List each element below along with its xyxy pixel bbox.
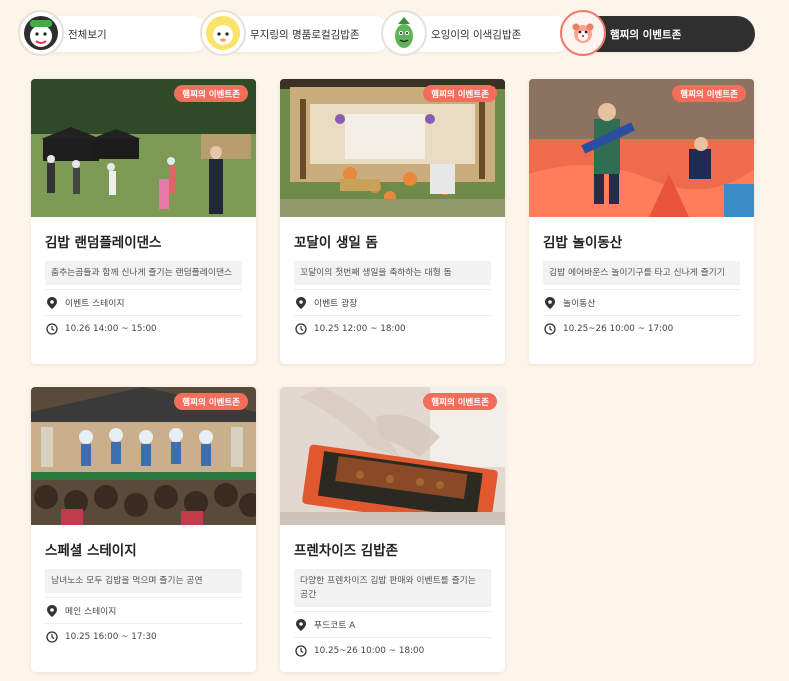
tab-label: 햄찌의 이벤트존 xyxy=(610,28,682,41)
event-photo: 햄찌의 이벤트존 xyxy=(280,79,505,217)
event-card[interactable]: 햄찌의 이벤트존 프렌차이즈 김밥존 다양한 프렌차이즈 김밥 판매와 이벤트를… xyxy=(280,387,505,672)
event-location: 메인 스테이지 xyxy=(45,597,242,623)
zone-badge: 햄찌의 이벤트존 xyxy=(423,393,497,410)
clock-icon xyxy=(45,630,59,644)
event-description: 춤추는곰들과 함께 신나게 즐기는 랜덤플레이댄스 xyxy=(45,261,242,285)
time-text: 10.26 14:00 ~ 15:00 xyxy=(65,323,157,334)
zone-badge: 햄찌의 이벤트존 xyxy=(423,85,497,102)
location-text: 놀이동산 xyxy=(563,299,596,309)
zone-badge: 햄찌의 이벤트존 xyxy=(174,85,248,102)
event-location: 놀이동산 xyxy=(543,289,740,315)
character-hamjji-icon xyxy=(560,10,606,56)
event-title: 꼬달이 생일 돔 xyxy=(294,235,378,251)
event-title: 스페셜 스테이지 xyxy=(45,543,137,559)
event-location: 푸드코트 A xyxy=(294,611,491,637)
event-time: 10.25 12:00 ~ 18:00 xyxy=(294,315,491,341)
location-text: 메인 스테이지 xyxy=(65,607,117,617)
event-card[interactable]: 햄찌의 이벤트존 스페셜 스테이지 남녀노소 모두 김밥을 먹으며 즐기는 공연… xyxy=(31,387,256,672)
event-location: 이벤트 광장 xyxy=(294,289,491,315)
time-text: 10.25 12:00 ~ 18:00 xyxy=(314,323,406,334)
location-text: 푸드코트 A xyxy=(314,621,356,631)
tab-mujiring[interactable]: 무지링의 명품로컬김밥존 xyxy=(200,10,392,56)
time-text: 10.25~26 10:00 ~ 18:00 xyxy=(314,645,425,656)
location-text: 이벤트 광장 xyxy=(314,299,358,309)
tab-hamjji[interactable]: 햄찌의 이벤트존 xyxy=(560,10,755,56)
character-all-icon xyxy=(18,10,64,56)
zone-tabs: 전체보기 무지링의 명품로컬김밥존 오잉이의 이색김밥존 햄찌의 이벤트존 xyxy=(0,0,789,70)
event-title: 프렌차이즈 김밥존 xyxy=(294,543,399,559)
character-mujiring-icon xyxy=(200,10,246,56)
event-description: 다양한 프렌차이즈 김밥 판매와 이벤트를 즐기는 공간 xyxy=(294,569,491,607)
zone-badge: 햄찌의 이벤트존 xyxy=(672,85,746,102)
location-pin-icon xyxy=(294,618,308,632)
location-pin-icon xyxy=(45,296,59,310)
event-title: 김밥 놀이동산 xyxy=(543,235,623,251)
event-description: 꼬달이의 첫번째 생일을 축하하는 대형 돔 xyxy=(294,261,491,285)
location-text: 이벤트 스테이지 xyxy=(65,299,125,309)
event-time: 10.25 16:00 ~ 17:30 xyxy=(45,623,242,649)
event-photo: 햄찌의 이벤트존 xyxy=(31,79,256,217)
event-title: 김밥 랜덤플레이댄스 xyxy=(45,235,162,251)
clock-icon xyxy=(45,322,59,336)
event-photo: 햄찌의 이벤트존 xyxy=(280,387,505,525)
event-time: 10.25~26 10:00 ~ 18:00 xyxy=(294,637,491,663)
event-location: 이벤트 스테이지 xyxy=(45,289,242,315)
location-pin-icon xyxy=(294,296,308,310)
event-card[interactable]: 햄찌의 이벤트존 김밥 랜덤플레이댄스 춤추는곰들과 함께 신나게 즐기는 랜덤… xyxy=(31,79,256,364)
location-pin-icon xyxy=(45,604,59,618)
zone-badge: 햄찌의 이벤트존 xyxy=(174,393,248,410)
clock-icon xyxy=(543,322,557,336)
event-card[interactable]: 햄찌의 이벤트존 꼬달이 생일 돔 꼬달이의 첫번째 생일을 축하하는 대형 돔… xyxy=(280,79,505,364)
tab-all[interactable]: 전체보기 xyxy=(18,10,210,56)
tab-oing[interactable]: 오잉이의 이색김밥존 xyxy=(381,10,573,56)
event-photo: 햄찌의 이벤트존 xyxy=(529,79,754,217)
clock-icon xyxy=(294,644,308,658)
tab-label: 전체보기 xyxy=(68,28,107,41)
event-time: 10.26 14:00 ~ 15:00 xyxy=(45,315,242,341)
time-text: 10.25 16:00 ~ 17:30 xyxy=(65,631,157,642)
tab-label: 무지링의 명품로컬김밥존 xyxy=(250,28,360,41)
event-card[interactable]: 햄찌의 이벤트존 김밥 놀이동산 김밥 에어바운스 놀이기구를 타고 신나게 즐… xyxy=(529,79,754,364)
character-oing-icon xyxy=(381,10,427,56)
event-description: 김밥 에어바운스 놀이기구를 타고 신나게 즐기기 xyxy=(543,261,740,285)
clock-icon xyxy=(294,322,308,336)
event-photo: 햄찌의 이벤트존 xyxy=(31,387,256,525)
time-text: 10.25~26 10:00 ~ 17:00 xyxy=(563,323,674,334)
event-description: 남녀노소 모두 김밥을 먹으며 즐기는 공연 xyxy=(45,569,242,593)
location-pin-icon xyxy=(543,296,557,310)
tab-label: 오잉이의 이색김밥존 xyxy=(431,28,522,41)
event-time: 10.25~26 10:00 ~ 17:00 xyxy=(543,315,740,341)
